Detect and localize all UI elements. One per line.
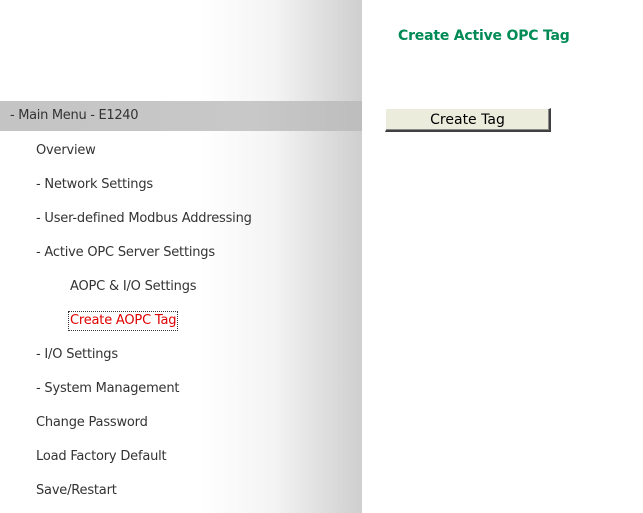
sidebar-item-network-settings[interactable]: - Network Settings (36, 176, 153, 194)
main-menu-header[interactable]: - Main Menu - E1240 (0, 101, 362, 131)
sidebar-item-system-management[interactable]: - System Management (36, 380, 179, 398)
main-menu-header-label: - Main Menu - E1240 (10, 108, 139, 123)
sidebar-item-active-opc-server-settings[interactable]: - Active OPC Server Settings (36, 244, 215, 262)
sidebar-item-io-settings[interactable]: - I/O Settings (36, 346, 118, 364)
sidebar-item-change-password[interactable]: Change Password (36, 414, 148, 432)
sidebar-item-user-defined-modbus-addressing[interactable]: - User-defined Modbus Addressing (36, 210, 252, 228)
sidebar: - Main Menu - E1240 Overview - Network S… (0, 0, 362, 513)
sidebar-item-save-restart[interactable]: Save/Restart (36, 482, 117, 500)
sidebar-item-create-aopc-tag[interactable]: Create AOPC Tag (67, 311, 179, 331)
sidebar-gradient (200, 0, 362, 513)
sidebar-item-aopc-io-settings[interactable]: AOPC & I/O Settings (70, 278, 197, 296)
page-title: Create Active OPC Tag (398, 28, 570, 44)
create-tag-button[interactable]: Create Tag (385, 108, 551, 132)
sidebar-item-load-factory-default[interactable]: Load Factory Default (36, 448, 167, 466)
sidebar-item-overview[interactable]: Overview (36, 142, 96, 160)
